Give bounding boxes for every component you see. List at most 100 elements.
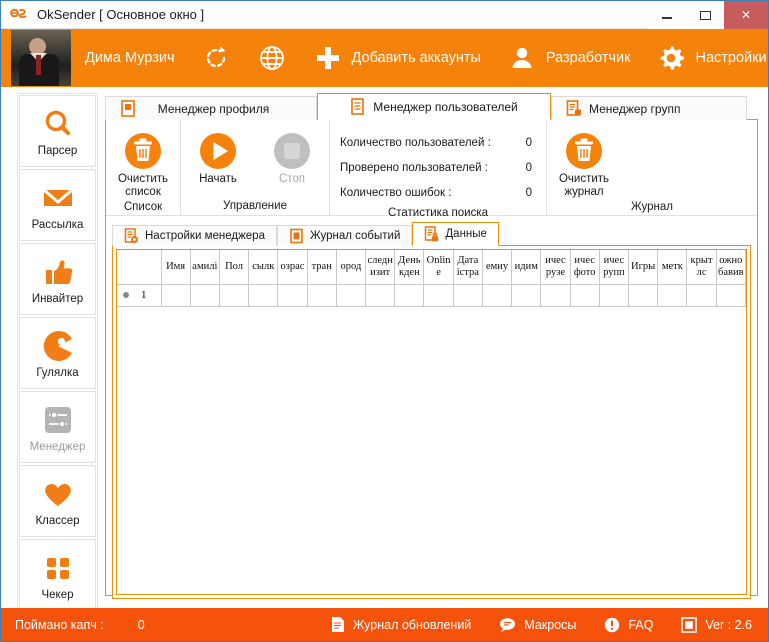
- grid-cell[interactable]: [424, 284, 453, 306]
- add-accounts-label: Добавить аккаунты: [352, 50, 481, 66]
- avatar[interactable]: [11, 30, 71, 86]
- ribbon-group-list: Очистить список Список: [106, 120, 181, 215]
- plus-icon: [313, 43, 343, 73]
- col-header[interactable]: День кден: [395, 250, 424, 284]
- grid-cell[interactable]: [570, 284, 599, 306]
- col-header[interactable]: Online: [424, 250, 453, 284]
- col-header[interactable]: сылк: [249, 250, 278, 284]
- grid-cell[interactable]: [366, 284, 395, 306]
- developer-label: Разработчик: [546, 50, 631, 66]
- sidebar-item-gulyalka[interactable]: Гулялка: [19, 317, 96, 389]
- stat-row: Количество пользователей : 0: [340, 130, 532, 155]
- add-accounts-button[interactable]: Добавить аккаунты: [313, 43, 481, 73]
- users-manager-panel: Очистить список Список: [105, 119, 758, 596]
- col-header[interactable]: емиу: [482, 250, 511, 284]
- grid-cell[interactable]: [278, 284, 307, 306]
- grid-cell[interactable]: [541, 284, 570, 306]
- col-header[interactable]: Пол: [219, 250, 248, 284]
- clear-journal-label: Очистить журнал: [559, 173, 609, 199]
- tab-label: Менеджер профиля: [143, 102, 284, 116]
- col-header[interactable]: ичес фото: [570, 250, 599, 284]
- col-header[interactable]: амилі: [190, 250, 219, 284]
- version-label: Ver : 2.6: [705, 618, 752, 632]
- inner-tab-manager-settings[interactable]: Настройки менеджера: [112, 225, 277, 246]
- col-header[interactable]: ород: [336, 250, 365, 284]
- envelope-icon: [41, 180, 75, 216]
- col-header[interactable]: Игры: [629, 250, 658, 284]
- inner-tab-label: Данные: [445, 228, 487, 240]
- stop-button[interactable]: Стоп: [255, 124, 329, 186]
- table-row[interactable]: 1: [117, 284, 746, 306]
- tab-users-manager[interactable]: Менеджер пользователей: [317, 93, 551, 120]
- grid-cell[interactable]: [190, 284, 219, 306]
- grid-cell[interactable]: [453, 284, 482, 306]
- sidebar-item-inviter[interactable]: Инвайтер: [19, 243, 96, 315]
- col-header[interactable]: Имя: [161, 250, 190, 284]
- data-grid-scroll[interactable]: Имя амилі Пол сылк озрас тран ород следн…: [116, 249, 747, 595]
- pacman-icon: [41, 328, 75, 364]
- grid-cell[interactable]: [219, 284, 248, 306]
- inner-tab-event-log[interactable]: Журнал событий: [277, 225, 412, 246]
- sidebar-item-rassylka[interactable]: Рассылка: [19, 169, 96, 241]
- grid-cell[interactable]: [658, 284, 687, 306]
- col-header[interactable]: ожно бавив: [716, 250, 745, 284]
- profile-doc-icon: [120, 100, 136, 117]
- grid-dots-icon: [43, 550, 73, 586]
- sidebar-label: Чекер: [41, 589, 73, 601]
- tab-label: Менеджер пользователей: [373, 100, 517, 114]
- col-header[interactable]: озрас: [278, 250, 307, 284]
- grid-cell[interactable]: [629, 284, 658, 306]
- grid-cell[interactable]: [512, 284, 541, 306]
- close-button[interactable]: ✕: [724, 1, 768, 29]
- macros-button[interactable]: Макросы: [499, 617, 576, 633]
- col-header[interactable]: Дата істра: [453, 250, 482, 284]
- sidebar-item-parser[interactable]: Парсер: [19, 95, 96, 167]
- tab-profile-manager[interactable]: Менеджер профиля: [105, 96, 317, 120]
- grid-cell[interactable]: [161, 284, 190, 306]
- version-indicator[interactable]: Ver : 2.6: [681, 617, 752, 633]
- sidebar-item-manager[interactable]: Менеджер: [19, 391, 96, 463]
- settings-button[interactable]: Настройки: [656, 43, 766, 73]
- faq-button[interactable]: FAQ: [604, 617, 653, 633]
- title-bar: OkSender [ Основное окно ] ✕: [1, 1, 768, 29]
- minimize-button[interactable]: [648, 1, 686, 29]
- inner-tab-data[interactable]: Данные: [412, 222, 499, 246]
- col-header[interactable]: следн изит: [366, 250, 395, 284]
- status-actions: Журнал обновлений Макросы: [302, 616, 752, 633]
- sidebar-item-checker[interactable]: Чекер: [19, 539, 96, 611]
- grid-cell[interactable]: [687, 284, 716, 306]
- updates-log-button[interactable]: Журнал обновлений: [330, 616, 472, 633]
- stat-row: Проверено пользователей : 0: [340, 155, 532, 180]
- col-header[interactable]: крыт лс: [687, 250, 716, 284]
- stop-icon: [271, 130, 313, 172]
- row-number-cell[interactable]: 1: [117, 284, 161, 306]
- col-header[interactable]: метк: [658, 250, 687, 284]
- window-controls: ✕: [648, 1, 768, 29]
- grid-cell[interactable]: [395, 284, 424, 306]
- col-header[interactable]: ичес рузе: [541, 250, 570, 284]
- row-header-corner[interactable]: [117, 250, 161, 284]
- developer-button[interactable]: Разработчик: [507, 43, 631, 73]
- col-header[interactable]: тран: [307, 250, 336, 284]
- info-icon: [604, 617, 620, 633]
- start-button[interactable]: Начать: [181, 124, 255, 186]
- refresh-button[interactable]: [201, 43, 231, 73]
- ribbon: Очистить список Список: [106, 120, 757, 216]
- stat-value: 0: [508, 187, 532, 199]
- data-grid: Имя амилі Пол сылк озрас тран ород следн…: [117, 250, 746, 307]
- globe-button[interactable]: [257, 43, 287, 73]
- maximize-button[interactable]: [686, 1, 724, 29]
- sidebar-item-klasser[interactable]: Классер: [19, 465, 96, 537]
- clear-list-button[interactable]: Очистить список: [106, 124, 180, 199]
- grid-cell[interactable]: [482, 284, 511, 306]
- users-doc-icon: [350, 98, 366, 115]
- grid-cell[interactable]: [599, 284, 628, 306]
- tab-groups-manager[interactable]: Менеджер групп: [551, 96, 747, 120]
- grid-cell[interactable]: [716, 284, 745, 306]
- col-header[interactable]: ичес рупп: [599, 250, 628, 284]
- grid-cell[interactable]: [336, 284, 365, 306]
- grid-cell[interactable]: [307, 284, 336, 306]
- clear-journal-button[interactable]: Очистить журнал: [547, 124, 621, 199]
- grid-cell[interactable]: [249, 284, 278, 306]
- col-header[interactable]: идим: [512, 250, 541, 284]
